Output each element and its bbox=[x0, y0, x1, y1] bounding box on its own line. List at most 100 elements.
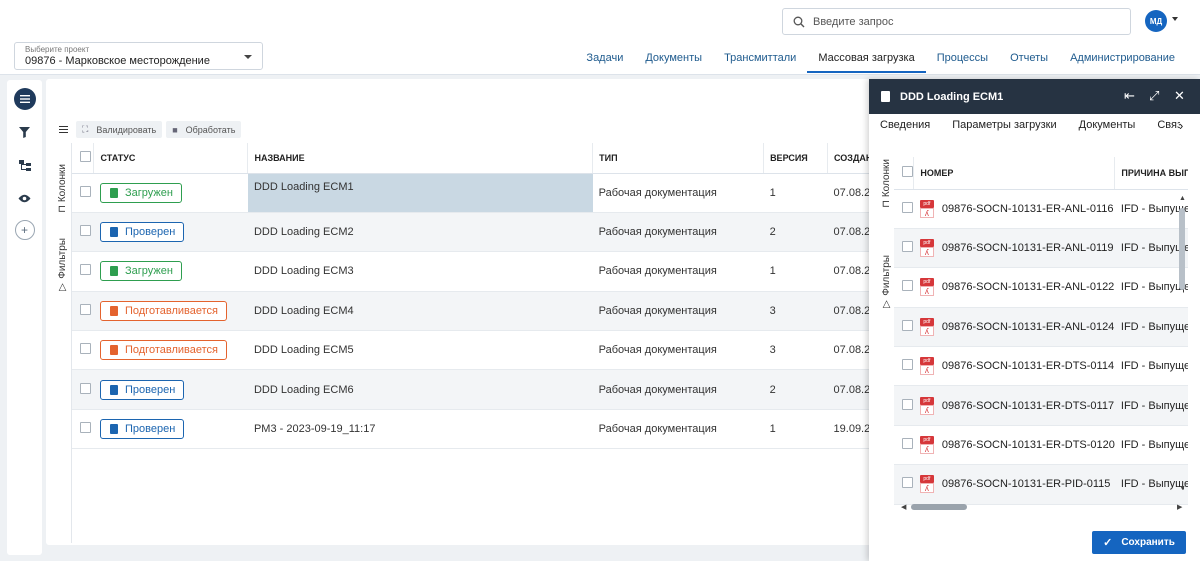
row-checkbox[interactable] bbox=[80, 185, 91, 197]
table-row[interactable]: Проверен PM3 - 2023-09-19_11:17 Рабочая … bbox=[72, 409, 876, 450]
status-badge: Загружен bbox=[99, 261, 182, 282]
scroll-left-icon[interactable]: ◀ bbox=[901, 503, 906, 511]
number-cell[interactable]: 09876-SOCN-10131-ER-ANL-0116 bbox=[942, 203, 1114, 215]
left-rail: + bbox=[7, 80, 42, 555]
name-cell[interactable]: DDD Loading ECM3 bbox=[247, 251, 593, 292]
tab-related[interactable]: Связанные bbox=[1157, 119, 1180, 131]
number-cell[interactable]: 09876-SOCN-10131-ER-DTS-0117 bbox=[942, 400, 1114, 412]
project-select-label: Выберите проект bbox=[25, 45, 90, 54]
number-cell[interactable]: 09876-SOCN-10131-ER-DTS-0114 bbox=[942, 360, 1114, 372]
scrollbar-thumb[interactable] bbox=[1179, 208, 1185, 290]
table-row[interactable]: pdf ʎ 09876-SOCN-10131-ER-ANL-0122 IFD - В… bbox=[894, 267, 1188, 308]
table-row[interactable]: pdf ʎ 09876-SOCN-10131-ER-ANL-0119 IFD - В… bbox=[894, 228, 1188, 269]
row-checkbox[interactable] bbox=[80, 225, 91, 237]
project-select[interactable]: Выберите проект 09876 - Марковское место… bbox=[14, 42, 263, 70]
name-cell[interactable]: DDD Loading ECM6 bbox=[247, 369, 593, 410]
table-row[interactable]: Проверен DDD Loading ECM6 Рабочая докуме… bbox=[72, 369, 876, 410]
tab-processes[interactable]: Процессы bbox=[926, 44, 999, 73]
name-cell[interactable]: DDD Loading ECM4 bbox=[247, 291, 593, 332]
number-cell[interactable]: 09876-SOCN-10131-ER-ANL-0124 bbox=[942, 321, 1114, 333]
horizontal-scrollbar[interactable]: ◀ ▶ bbox=[901, 503, 1183, 511]
column-header-status[interactable]: СТАТУС bbox=[93, 143, 249, 174]
expand-icon[interactable]: ⤢ bbox=[1149, 88, 1159, 104]
add-icon[interactable]: + bbox=[14, 220, 35, 240]
filters-toggle[interactable]: ▽ Фильтры bbox=[57, 238, 68, 293]
status-label: Подготавливается bbox=[124, 304, 218, 317]
close-icon[interactable]: ✕ bbox=[1174, 88, 1185, 104]
scrollbar-thumb[interactable] bbox=[911, 504, 967, 510]
row-checkbox[interactable] bbox=[80, 422, 91, 434]
row-checkbox[interactable] bbox=[902, 477, 913, 489]
menu-icon[interactable] bbox=[13, 88, 36, 110]
eye-icon[interactable] bbox=[14, 187, 36, 209]
chevron-right-icon[interactable]: › bbox=[1179, 118, 1183, 133]
column-header-version[interactable]: ВЕРСИЯ bbox=[763, 143, 829, 174]
menu-icon[interactable] bbox=[54, 122, 72, 138]
tab-tasks[interactable]: Задачи bbox=[575, 44, 634, 73]
tab-upload-params[interactable]: Параметры загрузки bbox=[952, 119, 1056, 131]
tree-icon[interactable] bbox=[14, 154, 36, 176]
number-cell[interactable]: 09876-SOCN-10131-ER-ANL-0122 bbox=[942, 281, 1114, 293]
columns-toggle[interactable]: ⊓ Колонки bbox=[57, 164, 68, 213]
column-header-reason[interactable]: ПРИЧИНА ВЫПУСКА bbox=[1114, 157, 1188, 190]
filters-toggle[interactable]: ▽ Фильтры bbox=[881, 255, 892, 310]
column-header-type[interactable]: ТИП bbox=[592, 143, 765, 174]
columns-toggle[interactable]: ⊓ Колонки bbox=[881, 159, 892, 208]
name-cell[interactable]: DDD Loading ECM2 bbox=[247, 212, 593, 253]
number-cell[interactable]: 09876-SOCN-10131-ER-DTS-0120 bbox=[942, 439, 1115, 451]
tab-panel-documents[interactable]: Документы bbox=[1079, 119, 1136, 131]
row-checkbox[interactable] bbox=[902, 319, 913, 331]
row-checkbox[interactable] bbox=[902, 359, 913, 371]
table-row[interactable]: Загружен DDD Loading ECM1 Рабочая докуме… bbox=[72, 173, 876, 213]
row-checkbox[interactable] bbox=[80, 343, 91, 355]
table-row[interactable]: Подготавливается DDD Loading ECM4 Рабоча… bbox=[72, 291, 876, 332]
chevron-down-icon[interactable] bbox=[1172, 17, 1178, 21]
column-header-name[interactable]: НАЗВАНИЕ bbox=[247, 143, 594, 174]
search-input[interactable]: Введите запрос bbox=[782, 8, 1131, 35]
scroll-up-icon[interactable]: ▲ bbox=[1179, 195, 1186, 202]
row-checkbox[interactable] bbox=[80, 303, 91, 315]
table-row[interactable]: Подготавливается DDD Loading ECM5 Рабоча… bbox=[72, 330, 876, 371]
collapse-left-icon[interactable]: ⇤ bbox=[1124, 88, 1135, 104]
save-button[interactable]: ✓ Сохранить bbox=[1092, 531, 1186, 554]
scroll-down-icon[interactable]: ▼ bbox=[1179, 485, 1186, 492]
number-cell[interactable]: 09876-SOCN-10131-ER-ANL-0119 bbox=[942, 242, 1114, 254]
column-header-number[interactable]: НОМЕР bbox=[913, 157, 1116, 190]
table-row[interactable]: pdf ʎ 09876-SOCN-10131-ER-ANL-0124 IFD - В… bbox=[894, 307, 1188, 348]
table-row[interactable]: pdf ʎ 09876-SOCN-10131-ER-PID-0115 IFD - В… bbox=[894, 464, 1188, 505]
validate-button[interactable]: ⛶ Валидировать bbox=[76, 121, 163, 138]
name-cell[interactable]: DDD Loading ECM1 bbox=[247, 173, 593, 213]
row-checkbox[interactable] bbox=[902, 398, 913, 410]
tab-transmittals[interactable]: Трансмиттали bbox=[713, 44, 807, 73]
tab-documents[interactable]: Документы bbox=[634, 44, 713, 73]
table-row[interactable]: pdf ʎ 09876-SOCN-10131-ER-DTS-0120 IFD - В… bbox=[894, 425, 1188, 466]
avatar[interactable]: МД bbox=[1145, 10, 1167, 32]
type-cell: Рабочая документация bbox=[592, 409, 764, 450]
select-all-checkbox[interactable] bbox=[902, 166, 913, 178]
table-row[interactable]: pdf ʎ 09876-SOCN-10131-ER-DTS-0114 IFD - В… bbox=[894, 346, 1188, 387]
row-checkbox[interactable] bbox=[902, 201, 913, 213]
panel-documents-table: НОМЕР ПРИЧИНА ВЫПУСКА pdfʎ 09876-SOCN-101… bbox=[894, 157, 1188, 510]
tab-details[interactable]: Сведения bbox=[880, 119, 930, 131]
filter-icon[interactable] bbox=[14, 121, 36, 143]
row-checkbox[interactable] bbox=[902, 280, 913, 292]
tab-administration[interactable]: Администрирование bbox=[1059, 44, 1186, 73]
row-checkbox[interactable] bbox=[902, 241, 913, 253]
table-row[interactable]: Проверен DDD Loading ECM2 Рабочая докуме… bbox=[72, 212, 876, 253]
tab-reports[interactable]: Отчеты bbox=[999, 44, 1059, 73]
row-checkbox[interactable] bbox=[902, 438, 913, 450]
process-button[interactable]: ■ Обработать bbox=[166, 121, 242, 138]
row-checkbox[interactable] bbox=[80, 264, 91, 276]
table-row[interactable]: pdf ʎ 09876-SOCN-10131-ER-DTS-0117 IFD - В… bbox=[894, 385, 1188, 426]
document-icon bbox=[109, 187, 118, 198]
scroll-right-icon[interactable]: ▶ bbox=[1177, 503, 1182, 511]
select-all-checkbox[interactable] bbox=[80, 151, 91, 163]
number-cell[interactable]: 09876-SOCN-10131-ER-PID-0115 bbox=[942, 478, 1111, 490]
name-cell[interactable]: DDD Loading ECM5 bbox=[247, 330, 593, 371]
tab-bulk-upload[interactable]: Массовая загрузка bbox=[807, 44, 926, 73]
table-row[interactable]: Загружен DDD Loading ECM3 Рабочая докуме… bbox=[72, 251, 876, 292]
name-cell[interactable]: PM3 - 2023-09-19_11:17 bbox=[247, 409, 593, 450]
row-checkbox[interactable] bbox=[80, 382, 91, 394]
vertical-scrollbar[interactable]: ▲ ▼ bbox=[1179, 195, 1186, 492]
table-row[interactable]: pdf ʎ 09876-SOCN-10131-ER-ANL-0116 IFD - В… bbox=[894, 189, 1188, 229]
